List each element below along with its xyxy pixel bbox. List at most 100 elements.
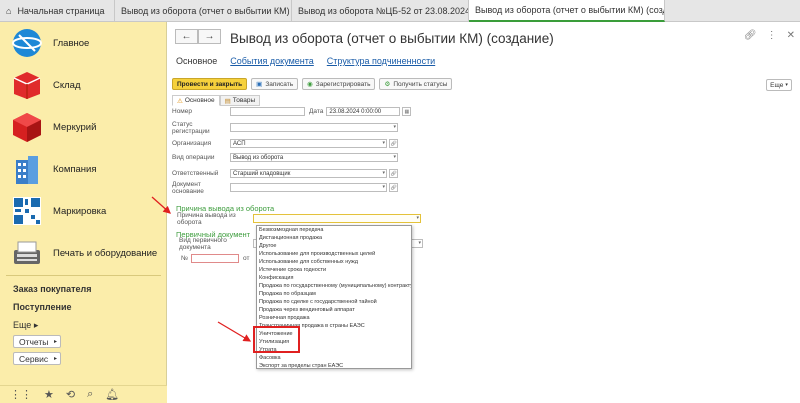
page-title: Вывод из оборота (отчет о выбытии КМ) (с… [230, 31, 554, 46]
primary-number-field[interactable] [191, 254, 239, 263]
dropdown-option[interactable]: Экспорт за пределы стран ЕАЭС [257, 362, 411, 370]
sidebar-link-receipt[interactable]: Поступление [13, 302, 72, 312]
link-icon[interactable]: 🔗︎ [744, 30, 757, 41]
tab-label: Вывод из оборота (отчет о выбытии КМ) (с… [475, 5, 664, 15]
dropdown-option[interactable]: Фасовка [257, 354, 411, 362]
chevron-down-icon: ▾ [393, 154, 396, 160]
post-and-close-button[interactable]: Провести и закрыть [172, 78, 248, 90]
more-label: Еще [770, 81, 784, 89]
base-document-select[interactable]: ▾ [230, 183, 387, 192]
chevron-down-icon: ▾ [785, 82, 788, 88]
sidebar-link-customer-order[interactable]: Заказ покупателя [13, 284, 92, 294]
sidebar-item-mercury[interactable]: Меркурий [0, 106, 167, 148]
sidebar-item-company[interactable]: Компания [0, 148, 167, 190]
dropdown-option[interactable]: Продажа по государственному (муниципальн… [257, 282, 411, 290]
open-link-icon[interactable]: 🔗︎ [389, 139, 398, 148]
service-button[interactable]: Сервис ▸ [13, 352, 61, 365]
dropdown-option[interactable]: Дистанционная продажа [257, 234, 411, 242]
row-status: Статус регистрации ▾ [172, 120, 398, 135]
form-tab-label: Товары [232, 97, 256, 104]
cash-register-icon [14, 241, 40, 264]
chevron-right-icon: ▸ [33, 320, 39, 330]
grid-menu-icon[interactable]: ⋮⋮ [10, 388, 32, 401]
organization-label: Организация [172, 140, 212, 147]
date-label: Дата [309, 108, 324, 115]
date-field[interactable]: 23.08.2024 0:00:00 [326, 107, 401, 116]
favorites-star-icon[interactable]: ★ [44, 388, 54, 401]
bell-icon[interactable]: 🔔︎ [105, 388, 119, 401]
doc-link-events[interactable]: События документа [230, 56, 314, 66]
operation-value: Вывод из оборота [233, 154, 284, 161]
operation-label: Вид операции [172, 154, 215, 161]
sidebar-item-marking[interactable]: Маркировка [0, 190, 167, 232]
save-button[interactable]: ▣ Записать [251, 78, 299, 90]
primary-from-label: от [243, 255, 250, 262]
row-number: Номер Дата 23.08.2024 0:00:00 ▦ [172, 106, 412, 117]
sidebar-item-print-equipment[interactable]: Печать и оборудование [0, 232, 167, 274]
row-reason: Причина вывода из оборота ▾ [177, 211, 421, 226]
reports-button[interactable]: Отчеты ▸ [13, 335, 61, 348]
warehouse-box-icon [13, 72, 41, 99]
calendar-icon[interactable]: ▦ [402, 107, 412, 116]
form-tab-goods[interactable]: ▤ Товары [219, 95, 261, 106]
home-icon: ⌂ [6, 6, 12, 16]
reason-select[interactable]: ▾ [253, 214, 421, 223]
document-nav-links: Основное События документа Структура под… [176, 56, 435, 66]
status-icon: ⚙ [384, 81, 391, 88]
open-link-icon[interactable]: 🔗︎ [389, 169, 398, 178]
more-menu-button[interactable]: Еще ▾ [766, 79, 792, 91]
tab-disposal-list[interactable]: Вывод из оборота (отчет о выбытии КМ) ✕ [115, 0, 292, 22]
tab-disposal-create[interactable]: Вывод из оборота (отчет о выбытии КМ) (с… [469, 0, 665, 22]
status-label: Статус регистрации [172, 120, 210, 135]
dropdown-option[interactable]: Продажа по сделке с государственной тайн… [257, 298, 411, 306]
dropdown-option[interactable]: Продажа через вендинговый аппарат [257, 306, 411, 314]
mercury-cube-icon [13, 113, 41, 142]
register-button[interactable]: ◉ Зарегистрировать [302, 78, 376, 90]
form-tab-main[interactable]: ⚠ Основное [172, 95, 220, 106]
sidebar-item-label: Печать и оборудование [53, 247, 158, 259]
doc-link-structure[interactable]: Структура подчиненности [327, 56, 435, 66]
sidebar-divider [6, 275, 161, 276]
row-base-document: Документ основание ▾ 🔗︎ [172, 181, 398, 195]
dropdown-option[interactable]: Использование для производственных целей [257, 250, 411, 258]
qr-code-icon [13, 197, 41, 225]
dropdown-option[interactable]: Конфискация [257, 274, 411, 282]
save-label: Записать [265, 80, 294, 88]
history-icon[interactable]: ⟲ [66, 388, 75, 401]
reason-label: Причина вывода из оборота [177, 211, 236, 226]
register-icon: ◉ [307, 81, 313, 88]
tab-disposal-doc[interactable]: Вывод из оборота №ЦБ-52 от 23.08.2024 ✕ [292, 0, 469, 22]
status-select[interactable]: ▾ [230, 123, 398, 132]
chevron-down-icon: ▾ [418, 240, 421, 246]
date-value: 23.08.2024 0:00:00 [329, 108, 382, 115]
service-label: Сервис [19, 353, 49, 364]
dropdown-option[interactable]: Розничная продажа [257, 314, 411, 322]
back-button[interactable]: ← [175, 29, 198, 44]
get-statuses-button[interactable]: ⚙ Получить статусы [379, 78, 453, 90]
chevron-down-icon: ▾ [382, 184, 385, 190]
dropdown-option[interactable]: Продажа по образцам [257, 290, 411, 298]
forward-button[interactable]: → [198, 29, 221, 44]
operation-select[interactable]: Вывод из оборота ▾ [230, 153, 398, 162]
open-link-icon[interactable]: 🔗︎ [389, 183, 398, 192]
responsible-select[interactable]: Старший кладовщик ▾ [230, 169, 387, 178]
sidebar-item-main[interactable]: Главное [0, 22, 167, 64]
number-field[interactable] [230, 107, 305, 116]
dropdown-option[interactable]: Использование для собственных нужд [257, 258, 411, 266]
close-icon[interactable]: ✕ [787, 30, 795, 41]
responsible-label: Ответственный [172, 170, 219, 177]
kebab-menu-icon[interactable]: ⋮ [767, 30, 777, 41]
dropdown-option[interactable]: Другое [257, 242, 411, 250]
command-bar: Провести и закрыть ▣ Записать ◉ Зарегистри… [172, 78, 453, 90]
search-icon[interactable]: ⌕ [87, 388, 93, 401]
dropdown-option[interactable]: Безвозмездная передача [257, 226, 411, 234]
chevron-right-icon: ▸ [53, 356, 57, 362]
dropdown-option[interactable]: Истечение срока годности [257, 266, 411, 274]
doc-link-main[interactable]: Основное [176, 56, 217, 66]
sidebar-more-link[interactable]: Еще ▸ [13, 320, 38, 331]
tab-home[interactable]: ⌂ Начальная страница [0, 0, 115, 22]
sidebar-item-warehouse[interactable]: Склад [0, 64, 167, 106]
organization-select[interactable]: АСП ▾ [230, 139, 387, 148]
number-label: Номер [172, 108, 193, 115]
nav-buttons: ← → [175, 29, 221, 44]
